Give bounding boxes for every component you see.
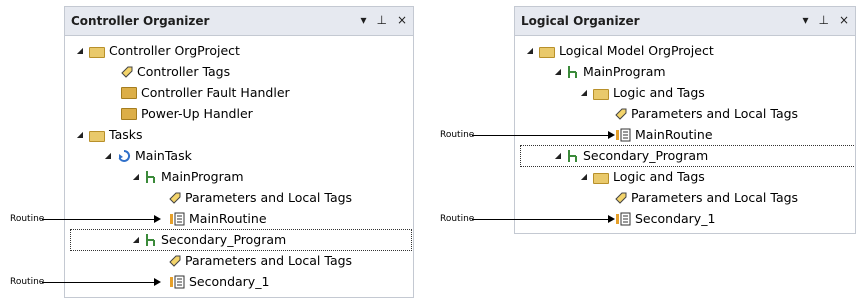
routine-icon (616, 128, 631, 142)
tree-item-secondary-1[interactable]: Secondary_1 (615, 209, 715, 229)
tree-item-secondary-1[interactable]: Secondary_1 (169, 272, 269, 292)
tree-item-controller-orgproject[interactable]: ◢ Controller OrgProject (75, 41, 240, 61)
expand-arrow-icon[interactable]: ◢ (131, 230, 141, 250)
tag-icon (169, 192, 181, 204)
routine-icon (170, 212, 185, 226)
tree-item-label: Secondary_Program (161, 232, 287, 247)
tree-item-logical-model[interactable]: ◢ Logical Model OrgProject (525, 41, 714, 61)
tree-item-label: Parameters and Local Tags (185, 253, 353, 268)
tag-icon (615, 192, 627, 204)
tree-item-controller-tags[interactable]: Controller Tags (121, 62, 230, 82)
tree-item-label: Secondary_1 (635, 211, 716, 226)
tree-item-label: Controller Tags (137, 64, 231, 79)
callout-arrow-icon (608, 131, 615, 139)
expand-arrow-icon[interactable]: ◢ (525, 41, 535, 61)
program-icon (146, 171, 155, 183)
tree-item-fault-handler[interactable]: Controller Fault Handler (121, 83, 290, 103)
controller-organizer-pane: Controller Organizer ▾ ⊥ × ◢ Controller … (64, 6, 414, 298)
routine-callout-label: Routine (440, 130, 475, 140)
tree-item-label: MainRoutine (189, 211, 267, 226)
tree-item-secondary-program[interactable]: ◢ Secondary_Program (70, 229, 412, 251)
program-icon (568, 66, 577, 78)
folder-open-icon (539, 46, 555, 58)
task-icon (118, 149, 131, 162)
tree-item-label: Logic and Tags (613, 169, 705, 184)
callout-arrow-icon (154, 278, 161, 286)
tree-item-mainroutine[interactable]: MainRoutine (615, 125, 713, 145)
tree-item-label: Controller OrgProject (109, 43, 240, 58)
tree-item-label: Logic and Tags (613, 85, 705, 100)
tree-item-params-local-tags[interactable]: Parameters and Local Tags (169, 188, 352, 208)
pane-titlebar: Logical Organizer ▾ ⊥ × (515, 7, 855, 36)
tree-item-label: MainRoutine (635, 127, 713, 142)
expand-arrow-icon[interactable]: ◢ (103, 146, 113, 166)
tree-item-label: MainProgram (161, 169, 244, 184)
folder-open-icon (593, 172, 609, 184)
tree-item-label: Secondary_1 (189, 274, 270, 289)
program-icon (568, 150, 577, 162)
logical-organizer-pane: Logical Organizer ▾ ⊥ × ◢ Logical Model … (514, 6, 856, 234)
routine-icon (616, 212, 631, 226)
expand-arrow-icon[interactable]: ◢ (553, 62, 563, 82)
dropdown-icon[interactable]: ▾ (360, 13, 366, 27)
pane-titlebar: Controller Organizer ▾ ⊥ × (65, 7, 413, 36)
pane-title: Controller Organizer (71, 14, 210, 28)
tree-item-label: MainProgram (583, 64, 666, 79)
tree-item-logic-and-tags[interactable]: ◢ Logic and Tags (579, 83, 705, 103)
expand-arrow-icon[interactable]: ◢ (553, 146, 563, 166)
dropdown-icon[interactable]: ▾ (802, 13, 808, 27)
folder-open-icon (89, 130, 105, 142)
close-icon[interactable]: × (839, 13, 849, 27)
folder-icon (121, 108, 137, 120)
callout-line (472, 135, 608, 136)
tree-item-label: Controller Fault Handler (141, 85, 290, 100)
tree-item-secondary-program[interactable]: ◢ Secondary_Program (520, 145, 855, 167)
tag-icon (615, 108, 627, 120)
tree-item-label: MainTask (135, 148, 192, 163)
expand-arrow-icon[interactable]: ◢ (579, 83, 589, 103)
expand-arrow-icon[interactable]: ◢ (131, 167, 141, 187)
tree-item-label: Tasks (109, 127, 143, 142)
tag-icon (169, 255, 181, 267)
routine-callout-label: Routine (10, 277, 45, 287)
tree-item-label: Logical Model OrgProject (559, 43, 714, 58)
tree-item-label: Parameters and Local Tags (631, 190, 799, 205)
tree-item-mainprogram[interactable]: ◢ MainProgram (553, 62, 666, 82)
routine-icon (170, 275, 185, 289)
tag-icon (121, 66, 133, 78)
tree-item-label: Parameters and Local Tags (631, 106, 799, 121)
callout-line (472, 219, 608, 220)
callout-line (42, 282, 154, 283)
expand-arrow-icon[interactable]: ◢ (75, 41, 85, 61)
pin-icon[interactable]: ⊥ (376, 13, 386, 27)
tree-item-maintask[interactable]: ◢ MainTask (103, 146, 192, 166)
tree-item-label: Secondary_Program (583, 148, 709, 163)
close-icon[interactable]: × (397, 13, 407, 27)
folder-open-icon (89, 46, 105, 58)
tree-item-params-local-tags[interactable]: Parameters and Local Tags (615, 188, 798, 208)
tree-item-params-local-tags[interactable]: Parameters and Local Tags (169, 251, 352, 271)
program-icon (146, 234, 155, 246)
tree-item-mainprogram[interactable]: ◢ MainProgram (131, 167, 244, 187)
callout-line (42, 219, 154, 220)
pane-title: Logical Organizer (521, 14, 640, 28)
tree-item-label: Parameters and Local Tags (185, 190, 353, 205)
folder-icon (121, 87, 137, 99)
callout-arrow-icon (154, 215, 161, 223)
expand-arrow-icon[interactable]: ◢ (75, 125, 85, 145)
routine-callout-label: Routine (440, 214, 475, 224)
tree-item-mainroutine[interactable]: MainRoutine (169, 209, 267, 229)
tree-item-label: Power-Up Handler (141, 106, 253, 121)
callout-arrow-icon (608, 215, 615, 223)
tree-item-params-local-tags[interactable]: Parameters and Local Tags (615, 104, 798, 124)
tree-item-logic-and-tags[interactable]: ◢ Logic and Tags (579, 167, 705, 187)
tree-item-powerup-handler[interactable]: Power-Up Handler (121, 104, 253, 124)
routine-callout-label: Routine (10, 214, 45, 224)
expand-arrow-icon[interactable]: ◢ (579, 167, 589, 187)
folder-open-icon (593, 88, 609, 100)
tree-item-tasks[interactable]: ◢ Tasks (75, 125, 143, 145)
pin-icon[interactable]: ⊥ (818, 13, 828, 27)
